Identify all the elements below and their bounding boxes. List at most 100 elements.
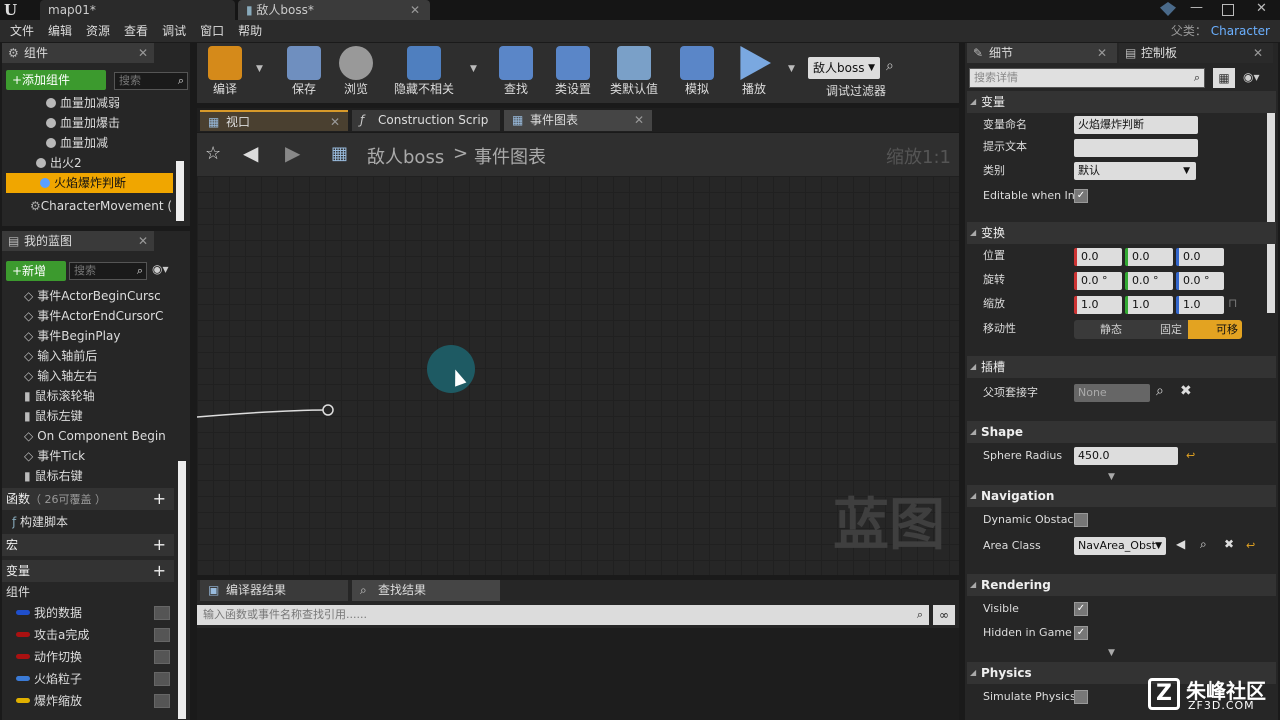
add-component-button[interactable]: +添加组件 xyxy=(6,70,106,90)
menu-view[interactable]: 查看 xyxy=(117,20,155,42)
variable-section[interactable]: 变量 xyxy=(967,91,1276,113)
scale-z[interactable]: 1.0 xyxy=(1176,296,1224,314)
star-icon[interactable]: ☆ xyxy=(205,143,221,164)
close-icon[interactable]: ✕ xyxy=(410,0,420,20)
list-item[interactable]: ◇ 输入轴前后 xyxy=(2,346,174,366)
forward-arrow-icon[interactable]: ▶ xyxy=(285,141,300,165)
sockets-section[interactable]: 插槽 xyxy=(967,356,1276,378)
visibility-toggle[interactable] xyxy=(154,650,170,664)
details-search-input[interactable]: 搜索详情 ⌕ xyxy=(969,68,1205,88)
source-control-icon[interactable] xyxy=(1160,2,1176,16)
components-category[interactable]: 组件 xyxy=(6,582,166,602)
menu-help[interactable]: 帮助 xyxy=(231,20,269,42)
transform-section[interactable]: 变换 xyxy=(967,222,1276,244)
mobility-movable-button[interactable]: 可移 xyxy=(1188,320,1242,339)
list-item[interactable]: ▮ 鼠标右键 xyxy=(2,466,174,486)
eye-icon[interactable]: ◉▾ xyxy=(152,262,169,276)
compile-button[interactable]: 编译 xyxy=(200,46,250,100)
simulate-button[interactable]: 模拟 xyxy=(673,46,721,100)
tree-item[interactable]: 血量加减弱 xyxy=(2,93,172,113)
macros-section[interactable]: 宏 + xyxy=(2,534,174,556)
expand-arrow-icon[interactable]: ▼ xyxy=(1108,472,1115,482)
visibility-toggle[interactable] xyxy=(154,672,170,686)
construction-script[interactable]: ƒ 构建脚本 xyxy=(12,512,172,532)
variable-row[interactable]: 攻击a完成 xyxy=(2,624,174,646)
area-class-select[interactable]: NavArea_Obst ▼ xyxy=(1074,537,1166,555)
scale-y[interactable]: 1.0 xyxy=(1125,296,1173,314)
menu-debug[interactable]: 调试 xyxy=(155,20,193,42)
chevron-down-icon[interactable]: ▼ xyxy=(470,64,477,74)
shape-section[interactable]: Shape xyxy=(967,421,1276,443)
tab-viewport[interactable]: ▦ 视口 ✕ xyxy=(200,110,348,131)
navigation-section[interactable]: Navigation xyxy=(967,485,1276,507)
palette-tab[interactable]: ▤ 控制板 ✕ xyxy=(1119,43,1273,63)
scale-label[interactable]: 缩放 xyxy=(983,294,1005,314)
rotation-label[interactable]: 旋转 xyxy=(983,270,1005,290)
play-button[interactable]: 播放 xyxy=(730,46,778,100)
expand-arrow-icon[interactable]: ▼ xyxy=(1108,648,1115,658)
chevron-down-icon[interactable]: ▼ xyxy=(256,64,263,74)
find-button[interactable]: 查找 xyxy=(492,46,540,100)
mobility-static-button[interactable]: 静态 xyxy=(1074,320,1132,339)
class-defaults-button[interactable]: 类默认值 xyxy=(606,46,662,100)
scrollbar[interactable] xyxy=(1267,93,1275,313)
minimize-icon[interactable]: — xyxy=(1190,0,1203,15)
search-icon[interactable]: ⌕ xyxy=(886,58,894,74)
tree-item[interactable]: 血量加减 xyxy=(2,133,172,153)
visibility-toggle[interactable] xyxy=(154,628,170,642)
wire-pin[interactable] xyxy=(322,404,334,416)
var-name-input[interactable]: 火焰爆炸判断 xyxy=(1074,116,1198,134)
variable-row[interactable]: 动作切换 xyxy=(2,646,174,668)
tree-item[interactable]: 血量加爆击 xyxy=(2,113,172,133)
reset-arrow-icon[interactable]: ↩ xyxy=(1186,449,1195,462)
sphere-radius-input[interactable]: 450.0 xyxy=(1074,447,1178,465)
chevron-down-icon[interactable]: ▼ xyxy=(788,64,795,74)
simulate-physics-checkbox[interactable] xyxy=(1074,690,1088,704)
search-icon[interactable]: ⌕ xyxy=(1156,383,1164,399)
new-button[interactable]: +新增 xyxy=(6,261,66,281)
tooltip-input[interactable] xyxy=(1074,139,1198,157)
variable-row[interactable]: 爆炸缩放 xyxy=(2,690,174,712)
close-icon[interactable]: ✕ xyxy=(634,110,644,131)
location-x[interactable]: 0.0 xyxy=(1074,248,1122,266)
clear-icon[interactable]: ✖ xyxy=(1180,383,1192,399)
tab-find-results[interactable]: ⌕ 查找结果 xyxy=(352,580,500,601)
rotation-z[interactable]: 0.0 ° xyxy=(1176,272,1224,290)
details-tab[interactable]: ✎ 细节 ✕ xyxy=(967,43,1117,63)
back-arrow-icon[interactable]: ◀ xyxy=(243,141,258,165)
scrollbar[interactable] xyxy=(178,461,186,719)
binoculars-icon[interactable]: ∞ xyxy=(933,605,955,625)
mobility-stationary-button[interactable]: 固定 xyxy=(1132,320,1188,339)
category-select[interactable]: 默认 ▼ xyxy=(1074,162,1196,180)
eye-icon[interactable]: ◉▾ xyxy=(1243,70,1260,84)
find-references-input[interactable]: 输入函数或事件名称查找引用...... ⌕ xyxy=(197,605,929,625)
add-variable-icon[interactable]: + xyxy=(153,562,166,580)
list-item[interactable]: ▮ 鼠标滚轮轴 xyxy=(2,386,174,406)
list-item[interactable]: ◇ 事件ActorBeginCursc xyxy=(2,286,174,306)
close-window-icon[interactable]: ✕ xyxy=(1256,1,1267,16)
reset-arrow-icon[interactable]: ↩ xyxy=(1246,539,1255,552)
visibility-toggle[interactable] xyxy=(154,694,170,708)
tree-item[interactable]: 出火2 xyxy=(2,153,172,173)
doc-tab-blueprint[interactable]: ▮ 敌人boss* ✕ xyxy=(238,0,430,20)
menu-file[interactable]: 文件 xyxy=(3,20,41,42)
parent-class-link[interactable]: Character xyxy=(1211,24,1270,38)
variables-section[interactable]: 变量 + xyxy=(2,560,174,582)
close-icon[interactable]: ✕ xyxy=(1097,43,1107,63)
list-item[interactable]: ◇ On Component Begin xyxy=(2,426,174,446)
variable-row[interactable]: 我的数据 xyxy=(2,602,174,624)
components-tab[interactable]: ⚙ 组件 ✕ xyxy=(2,43,154,63)
hide-unrelated-button[interactable]: 隐藏不相关 xyxy=(388,46,460,100)
save-button[interactable]: 保存 xyxy=(280,46,328,100)
parent-socket-input[interactable]: None xyxy=(1074,384,1150,402)
close-icon[interactable]: ✕ xyxy=(138,43,148,63)
event-graph-canvas[interactable]: 蓝图 xyxy=(197,176,959,575)
rotation-x[interactable]: 0.0 ° xyxy=(1074,272,1122,290)
location-z[interactable]: 0.0 xyxy=(1176,248,1224,266)
maximize-icon[interactable] xyxy=(1222,4,1234,16)
close-icon[interactable]: ✕ xyxy=(1253,43,1263,63)
visibility-toggle[interactable] xyxy=(154,606,170,620)
functions-section[interactable]: 函数（ 26可覆盖 ） + xyxy=(2,488,174,510)
class-settings-button[interactable]: 类设置 xyxy=(549,46,597,100)
location-y[interactable]: 0.0 xyxy=(1125,248,1173,266)
